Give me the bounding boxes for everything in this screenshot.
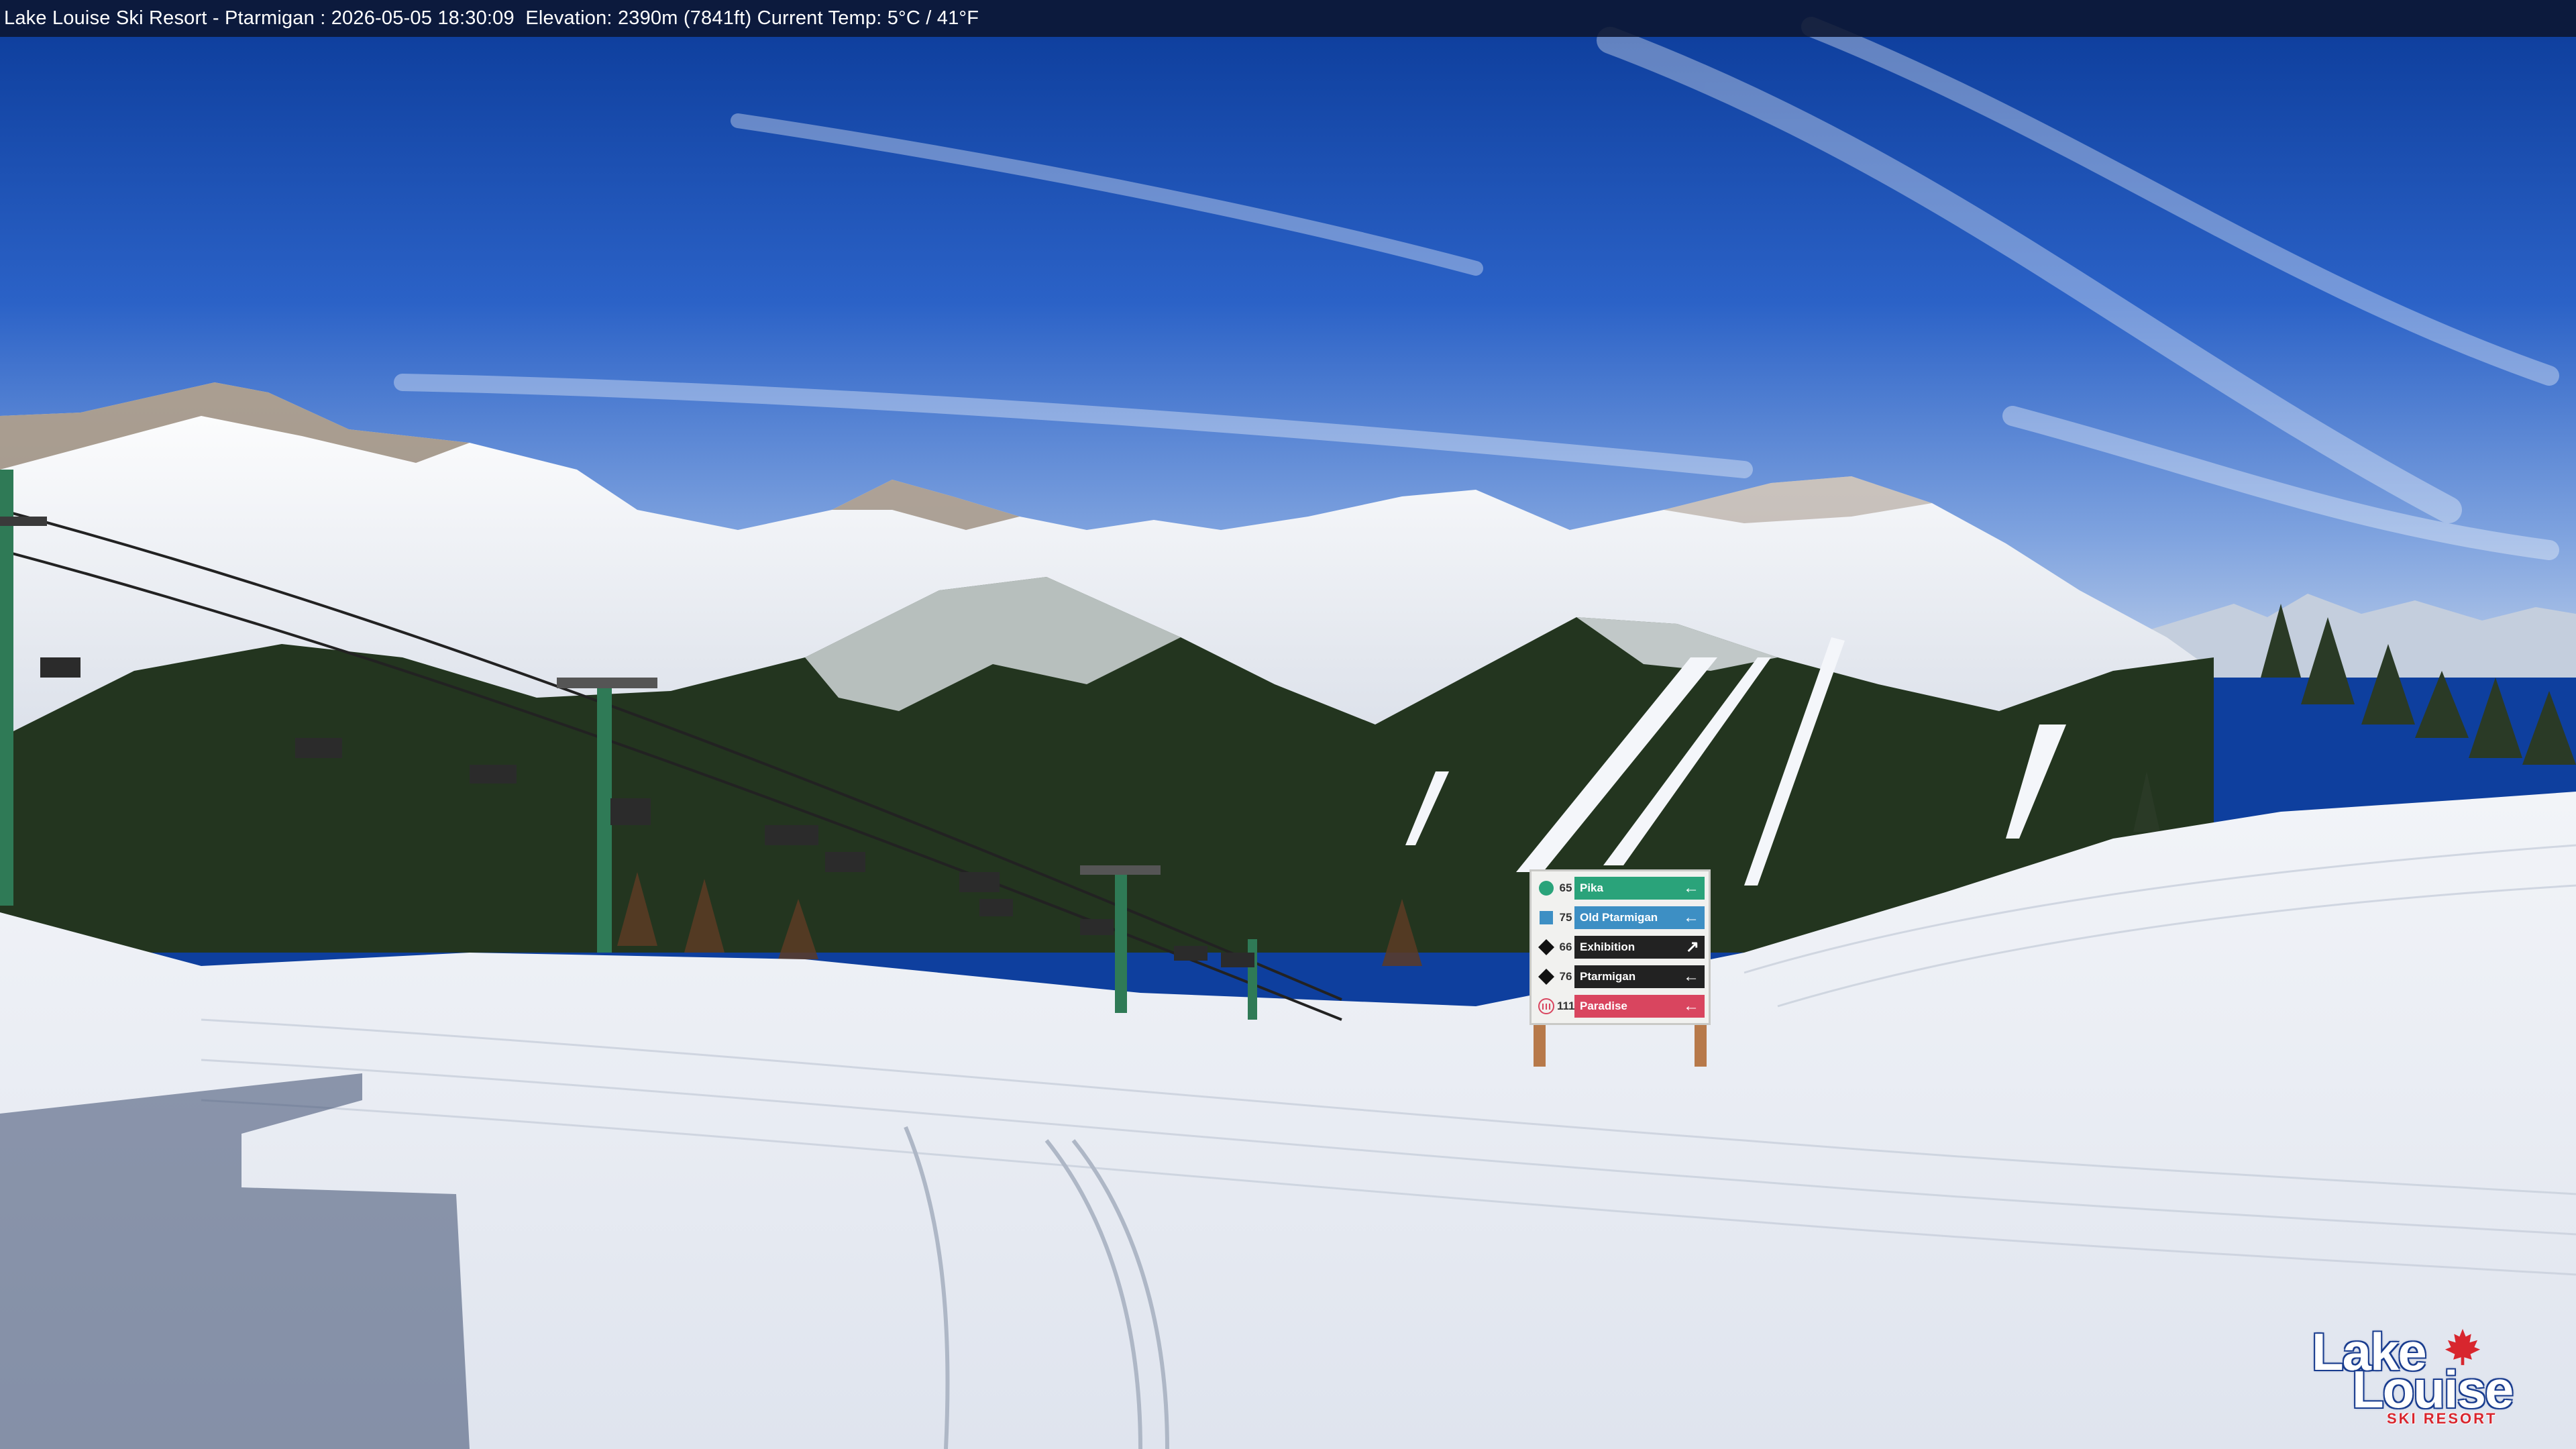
webcam-scene (0, 0, 2576, 1449)
trail-name: Exhibition (1580, 941, 1635, 953)
black-diamond-icon (1536, 966, 1557, 987)
trail-name: Pika (1580, 881, 1603, 894)
trail-name: Paradise (1580, 1000, 1627, 1012)
black-diamond-icon (1536, 936, 1557, 958)
trail-sign-row: 65 Pika ← (1536, 875, 1705, 901)
trail-number: 65 (1559, 881, 1572, 894)
trail-number: 76 (1559, 970, 1572, 983)
lift-icon-icon (1536, 996, 1557, 1017)
trail-number: 111 (1557, 1000, 1575, 1012)
trail-name: Ptarmigan (1580, 970, 1636, 983)
sign-post-right (1695, 1025, 1707, 1067)
trail-sign-row: 66 Exhibition ↗ (1536, 934, 1705, 960)
green-circle-icon (1536, 877, 1557, 899)
trail-name-plate: Ptarmigan ← (1574, 965, 1705, 988)
webcam-caption: Lake Louise Ski Resort - Ptarmigan : 202… (4, 7, 979, 29)
sign-post-left (1534, 1025, 1546, 1067)
trail-name-plate: Old Ptarmigan ← (1574, 906, 1705, 929)
trail-number: 66 (1559, 941, 1572, 953)
trail-sign: 65 Pika ← 75 Old Ptarmigan ← 66 Exhibition ↗ 76 Pt… (1529, 869, 1711, 1067)
trail-name-plate: Pika ← (1574, 877, 1705, 900)
direction-arrow-icon: ← (1683, 997, 1699, 1015)
trail-sign-board: 65 Pika ← 75 Old Ptarmigan ← 66 Exhibition ↗ 76 Pt… (1529, 869, 1711, 1025)
logo-subtitle: SKI RESORT (2387, 1410, 2498, 1427)
trail-name-plate: Exhibition ↗ (1574, 936, 1705, 959)
direction-arrow-icon: ← (1683, 908, 1699, 926)
trail-sign-row: 75 Old Ptarmigan ← (1536, 905, 1705, 930)
direction-arrow-icon: ← (1683, 879, 1699, 897)
webcam-info-bar: Lake Louise Ski Resort - Ptarmigan : 202… (0, 0, 2576, 37)
trail-name: Old Ptarmigan (1580, 911, 1658, 924)
direction-arrow-icon: ← (1683, 967, 1699, 985)
trail-name-plate: Paradise ← (1574, 995, 1705, 1018)
resort-logo: Lake Louise SKI RESORT (2312, 1322, 2514, 1429)
trail-number: 75 (1559, 911, 1572, 924)
blue-square-icon (1536, 907, 1557, 928)
direction-arrow-icon: ↗ (1685, 938, 1699, 956)
trail-sign-row: 76 Ptarmigan ← (1536, 964, 1705, 989)
trail-sign-row: 111 Paradise ← (1536, 994, 1705, 1019)
